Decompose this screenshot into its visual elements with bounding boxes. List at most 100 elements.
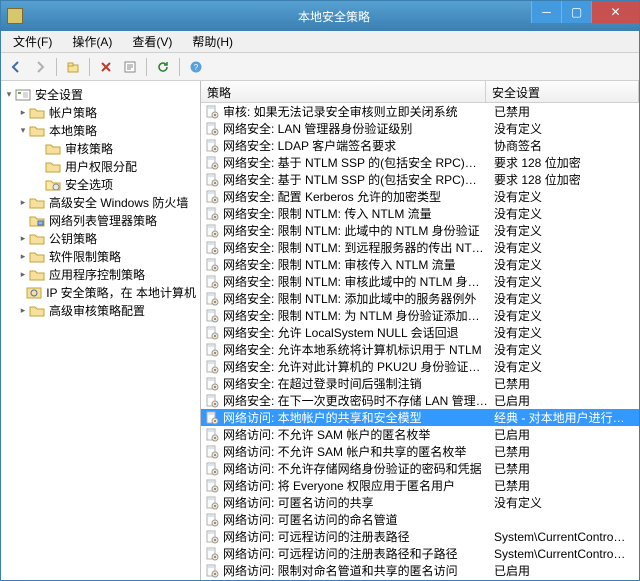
tree-item[interactable]: 审核策略 [1,139,200,157]
policy-row[interactable]: 网络安全: 限制 NTLM: 传入 NTLM 流量没有定义 [201,205,639,222]
policy-icon [203,394,221,408]
tree-item[interactable]: 用户权限分配 [1,157,200,175]
delete-button[interactable] [95,56,117,78]
policy-row[interactable]: 网络安全: 在下一次更改密码时不存储 LAN 管理器哈希值已启用 [201,392,639,409]
policy-row[interactable]: 网络访问: 可远程访问的注册表路径System\CurrentContro… [201,528,639,545]
policy-row[interactable]: 网络安全: 允许对此计算机的 PKU2U 身份验证请求使用联…没有定义 [201,358,639,375]
policy-row[interactable]: 网络安全: 配置 Kerberos 允许的加密类型没有定义 [201,188,639,205]
expand-icon[interactable]: ▸ [17,233,29,244]
expand-icon[interactable]: ▸ [17,251,29,262]
policy-row[interactable]: 网络安全: LDAP 客户端签名要求协商签名 [201,137,639,154]
policy-list[interactable]: 审核: 如果无法记录安全审核则立即关闭系统已禁用网络安全: LAN 管理器身份验… [201,103,639,580]
policy-setting: 没有定义 [488,494,639,511]
properties-button[interactable] [119,56,141,78]
policy-icon [203,479,221,493]
policy-row[interactable]: 审核: 如果无法记录安全审核则立即关闭系统已禁用 [201,103,639,120]
tree-item[interactable]: ▸应用程序控制策略 [1,265,200,283]
policy-row[interactable]: 网络访问: 不允许存储网络身份验证的密码和凭据已禁用 [201,460,639,477]
policy-icon [203,122,221,136]
expand-icon[interactable]: ▸ [17,305,29,316]
tree-item[interactable]: IP 安全策略，在 本地计算机 [1,283,200,301]
column-policy[interactable]: 策略 [201,81,486,102]
policy-row[interactable]: 网络安全: LAN 管理器身份验证级别没有定义 [201,120,639,137]
expand-icon[interactable]: ▸ [17,197,29,208]
tree-item[interactable]: ▸ 高级安全 Windows 防火墙 [1,193,200,211]
policy-icon [203,275,221,289]
tree-item[interactable]: ▸软件限制策略 [1,247,200,265]
policy-row[interactable]: 网络访问: 限制对命名管道和共享的匿名访问已启用 [201,562,639,579]
tree-item-label: 审核策略 [65,140,113,157]
tree-item-label: 安全设置 [35,86,83,103]
policy-icon [203,139,221,153]
tree-view[interactable]: ▾ 安全设置▸帐户策略▾本地策略审核策略用户权限分配安全选项 ▸ 高级安全 Windo… [1,81,201,580]
policy-name: 网络安全: 限制 NTLM: 审核传入 NTLM 流量 [221,256,488,273]
policy-name: 网络访问: 不允许存储网络身份验证的密码和凭据 [221,460,488,477]
menu-file[interactable]: 文件(F) [5,31,60,52]
minimize-button[interactable]: ─ [531,1,561,23]
toolbar: ? [1,53,639,81]
policy-icon [203,564,221,578]
tree-item[interactable]: ▸高级审核策略配置 [1,301,200,319]
maximize-button[interactable]: ▢ [561,1,591,23]
policy-row[interactable]: 网络安全: 允许 LocalSystem NULL 会话回退没有定义 [201,324,639,341]
refresh-button[interactable] [152,56,174,78]
policy-row[interactable]: 网络安全: 限制 NTLM: 添加此域中的服务器例外没有定义 [201,290,639,307]
tree-item[interactable]: ▾ 安全设置 [1,85,200,103]
list-header[interactable]: 策略 安全设置 [201,81,639,103]
policy-row[interactable]: 网络访问: 本地帐户的共享和安全模型经典 - 对本地用户进行… [201,409,639,426]
expand-icon[interactable]: ▾ [17,125,29,136]
policy-setting: 要求 128 位加密 [488,171,639,188]
policy-row[interactable]: 网络访问: 可匿名访问的共享没有定义 [201,494,639,511]
tree-item[interactable]: ▸公钥策略 [1,229,200,247]
policy-icon [203,292,221,306]
expand-icon[interactable]: ▸ [17,269,29,280]
folder-icon [45,159,61,173]
policy-row[interactable]: 网络安全: 限制 NTLM: 到远程服务器的传出 NTLM 流量没有定义 [201,239,639,256]
policy-row[interactable]: 网络安全: 允许本地系统将计算机标识用于 NTLM没有定义 [201,341,639,358]
policy-name: 网络安全: 限制 NTLM: 审核此域中的 NTLM 身份验证 [221,273,488,290]
column-setting[interactable]: 安全设置 [486,81,639,102]
close-button[interactable]: ✕ [591,1,639,23]
expand-icon[interactable]: ▾ [3,89,15,100]
tree-item-label: 高级安全 Windows 防火墙 [49,194,188,211]
policy-row[interactable]: 网络安全: 基于 NTLM SSP 的(包括安全 RPC)客户端的最小…要求 1… [201,171,639,188]
up-button[interactable] [62,56,84,78]
policy-setting: 没有定义 [488,307,639,324]
policy-row[interactable]: 网络访问: 不允许 SAM 帐户和共享的匿名枚举已禁用 [201,443,639,460]
menu-action[interactable]: 操作(A) [64,31,120,52]
policy-setting: 已启用 [488,426,639,443]
policy-setting: 没有定义 [488,256,639,273]
tree-item[interactable]: ▾本地策略 [1,121,200,139]
policy-row[interactable]: 网络安全: 限制 NTLM: 为 NTLM 身份验证添加远程服务器…没有定义 [201,307,639,324]
policy-setting: 协商签名 [488,137,639,154]
policy-row[interactable]: 网络安全: 基于 NTLM SSP 的(包括安全 RPC)服务器的最小…要求 1… [201,154,639,171]
policy-row[interactable]: 网络访问: 不允许 SAM 帐户的匿名枚举已启用 [201,426,639,443]
tree-item[interactable]: 网络列表管理器策略 [1,211,200,229]
tree-item[interactable]: 安全选项 [1,175,200,193]
tree-item[interactable]: ▸帐户策略 [1,103,200,121]
forward-button[interactable] [29,56,51,78]
back-button[interactable] [5,56,27,78]
policy-setting: 已禁用 [488,375,639,392]
policy-row[interactable]: 网络安全: 限制 NTLM: 审核传入 NTLM 流量没有定义 [201,256,639,273]
policy-name: 网络安全: 限制 NTLM: 传入 NTLM 流量 [221,205,488,222]
policy-name: 网络安全: 在下一次更改密码时不存储 LAN 管理器哈希值 [221,392,488,409]
svg-text:?: ? [194,63,199,72]
policy-row[interactable]: 网络安全: 在超过登录时间后强制注销已禁用 [201,375,639,392]
policy-row[interactable]: 网络访问: 可匿名访问的命名管道 [201,511,639,528]
policy-row[interactable]: 网络安全: 限制 NTLM: 此域中的 NTLM 身份验证没有定义 [201,222,639,239]
menu-help[interactable]: 帮助(H) [184,31,241,52]
policy-row[interactable]: 网络访问: 可远程访问的注册表路径和子路径System\CurrentContr… [201,545,639,562]
policy-setting: 已启用 [488,562,639,579]
expand-icon[interactable]: ▸ [17,107,29,118]
titlebar[interactable]: 本地安全策略 ─ ▢ ✕ [1,1,639,31]
folder-icon [29,123,45,137]
help-button[interactable]: ? [185,56,207,78]
policy-icon [203,173,221,187]
policy-name: 网络访问: 不允许 SAM 帐户的匿名枚举 [221,426,488,443]
policy-row[interactable]: 网络访问: 将 Everyone 权限应用于匿名用户已禁用 [201,477,639,494]
policy-setting: 没有定义 [488,341,639,358]
menu-view[interactable]: 查看(V) [124,31,180,52]
policy-row[interactable]: 网络安全: 限制 NTLM: 审核此域中的 NTLM 身份验证没有定义 [201,273,639,290]
policy-name: 网络安全: 限制 NTLM: 添加此域中的服务器例外 [221,290,488,307]
